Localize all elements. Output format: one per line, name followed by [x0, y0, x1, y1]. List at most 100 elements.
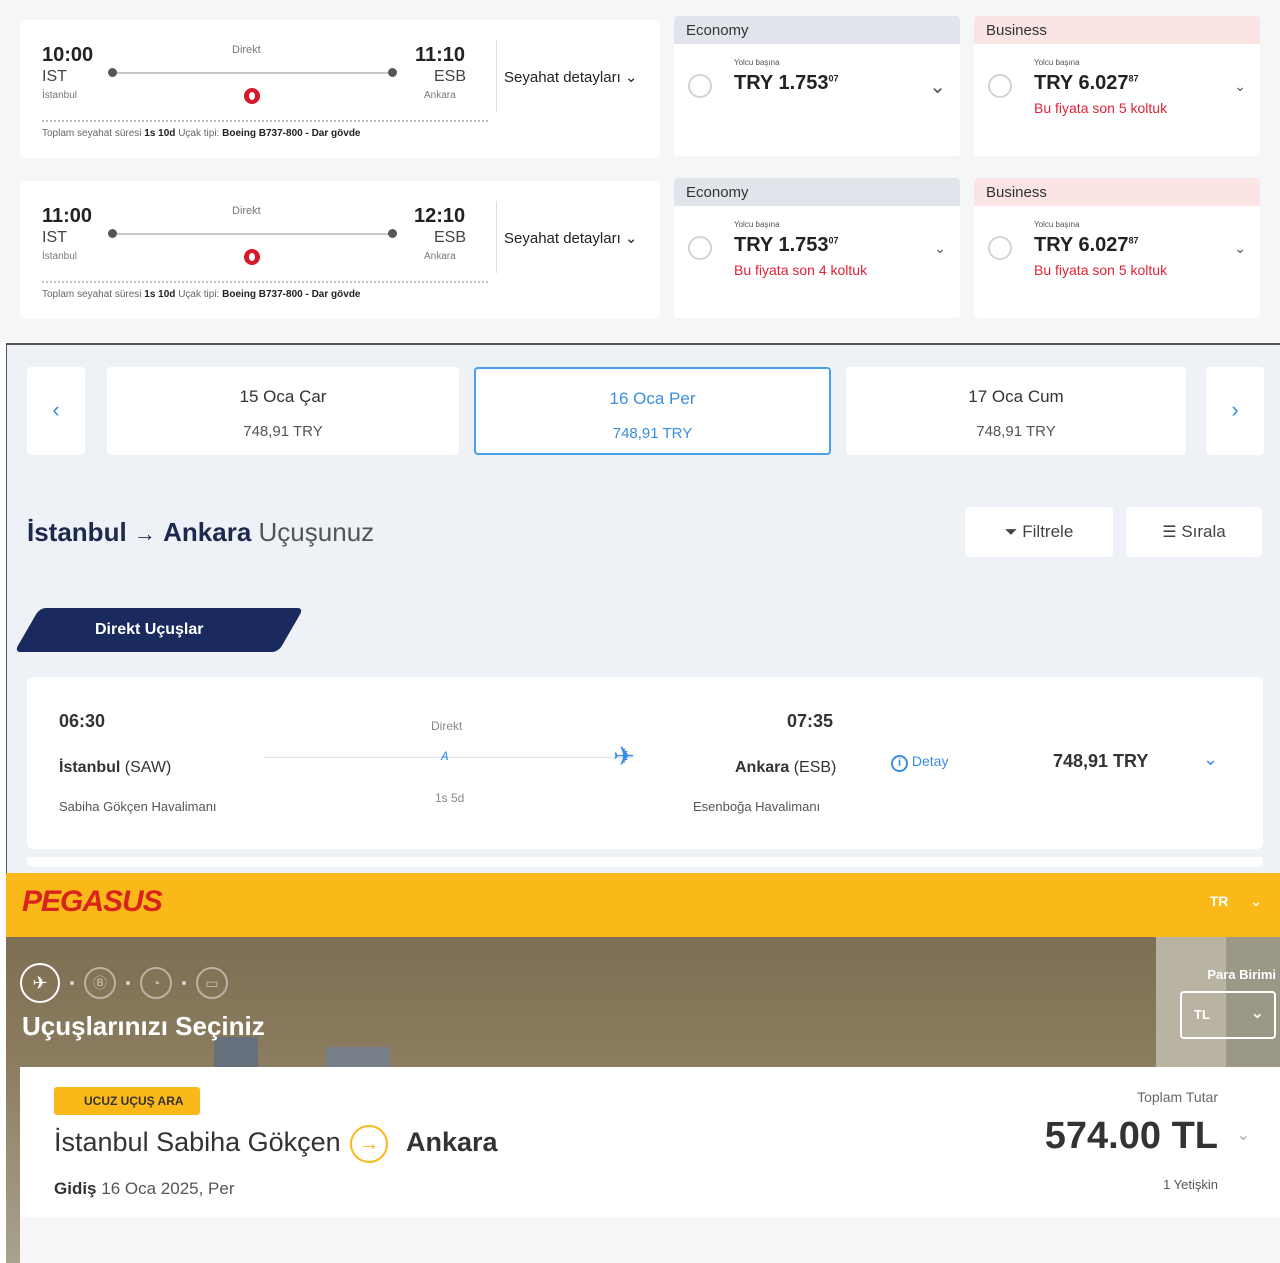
chevron-down-icon: ⌄ — [624, 69, 638, 86]
separator — [496, 201, 497, 273]
next-day-button[interactable]: › — [1206, 367, 1264, 455]
thy-logo-icon — [244, 249, 260, 265]
info-icon: i — [891, 755, 908, 772]
departure-time: 06:30 — [59, 711, 106, 731]
flight-meta: Toplam seyahat süresi 1s 10d Uçak tipi: … — [42, 128, 360, 139]
fare-price: TRY 6.02787 — [1034, 72, 1139, 95]
language-selector[interactable]: TR ⌄ — [1210, 893, 1262, 910]
day-price: 748,91 TRY — [243, 423, 323, 440]
route-start-dot — [108, 229, 117, 238]
route-end-dot — [388, 68, 397, 77]
chevron-down-icon: ⌄ — [1250, 1005, 1264, 1022]
fare-price-main: TRY 1.753 — [734, 234, 829, 256]
route-destination: Ankara — [406, 1127, 498, 1157]
route-origin: İstanbul Sabiha Gökçen — [54, 1127, 341, 1157]
day-option-selected[interactable]: 16 Oca Per 748,91 TRY — [474, 367, 831, 455]
day-date: 16 Oca Per — [609, 389, 696, 408]
prev-day-button[interactable]: ‹ — [27, 367, 85, 455]
filter-button[interactable]: ⏷ Filtrele — [965, 507, 1113, 557]
stops-label: Direkt — [232, 205, 261, 217]
chevron-down-icon[interactable]: ⌄ — [1203, 749, 1218, 770]
pegasus-section: PEGASUS TR ⌄ ✈ Ⓑ ◔ ▭ Uçuşlarınızı Seçini… — [6, 873, 1280, 1263]
chevron-down-icon[interactable]: ⌄ — [929, 74, 946, 99]
route-start-dot — [108, 68, 117, 77]
passenger-count: 1 Yetişkin — [1163, 1177, 1218, 1192]
detail-link[interactable]: i Detay — [891, 753, 948, 772]
departure-city: İstanbul — [42, 90, 78, 101]
pegasus-logo[interactable]: PEGASUS — [22, 885, 163, 919]
arrival-city-name: Ankara — [735, 759, 790, 776]
step-separator — [126, 981, 130, 985]
fare-radio[interactable] — [688, 236, 712, 260]
thy-flight-card[interactable]: 10:00 IST İstanbul Direkt 11:10 ESB Anka… — [20, 20, 660, 158]
fare-radio[interactable] — [688, 74, 712, 98]
seat-warning: Bu fiyata son 5 koltuk — [1034, 100, 1168, 116]
arrival-code: ESB — [434, 229, 467, 246]
fare-radio[interactable] — [988, 236, 1012, 260]
direct-flights-tab[interactable]: Direkt Uçuşlar — [95, 621, 204, 639]
fare-price-cents: 87 — [1128, 235, 1139, 246]
chevron-down-icon[interactable]: ⌄ — [934, 240, 946, 257]
title-suffix: Uçuşunuz — [258, 517, 375, 547]
fare-price: TRY 6.02787 — [1034, 234, 1139, 257]
currency-value: TL — [1194, 1007, 1210, 1022]
chevron-down-icon: ⌄ — [624, 230, 638, 247]
day-option[interactable]: 15 Oca Çar 748,91 TRY — [107, 367, 459, 455]
route-destination: Ankara — [163, 517, 252, 547]
page-title: İstanbul → Ankara Uçuşunuz — [27, 517, 374, 548]
payment-step-icon: ▭ — [196, 967, 228, 999]
travel-details-button[interactable]: Seyahat detayları ⌄ — [504, 68, 638, 86]
duration-value: 1s 10d — [144, 128, 176, 139]
divider — [42, 120, 488, 122]
departure-code: (SAW) — [124, 759, 172, 776]
aircraft-value: Boeing B737-800 - Dar gövde — [222, 128, 361, 139]
ajet-results-section: ‹ 15 Oca Çar 748,91 TRY 16 Oca Per 748,9… — [6, 343, 1280, 873]
stops-label: Direkt — [232, 44, 261, 56]
chevron-down-icon[interactable]: ⌄ — [1237, 1125, 1250, 1145]
chevron-down-icon[interactable]: ⌄ — [1234, 240, 1246, 257]
departure-date: Gidiş 16 Oca 2025, Per — [54, 1179, 235, 1199]
departure-time: 11:00 — [42, 205, 93, 227]
business-fare-card[interactable]: Business Yolcu başına TRY 6.02787 Bu fiy… — [974, 16, 1260, 156]
per-passenger-label: Yolcu başına — [734, 220, 780, 229]
day-date: 15 Oca Çar — [239, 387, 327, 406]
total-label: Toplam Tutar — [1137, 1089, 1218, 1105]
day-date: 17 Oca Cum — [968, 387, 1064, 406]
business-fare-card[interactable]: Business Yolcu başına TRY 6.02787 Bu fiy… — [974, 178, 1260, 318]
chevron-down-icon[interactable]: ⌄ — [1234, 78, 1246, 95]
fare-radio[interactable] — [988, 74, 1012, 98]
thy-logo-icon — [244, 88, 260, 104]
per-passenger-label: Yolcu başına — [1034, 58, 1080, 67]
departure-airport: Sabiha Gökçen Havalimanı — [59, 799, 217, 814]
filter-icon: ⏷ — [1004, 524, 1018, 541]
plane-icon: ✈ — [613, 741, 635, 771]
cheap-flight-badge[interactable]: UCUZ UÇUŞ ARA — [54, 1087, 200, 1115]
arrival-time: 12:10 — [414, 205, 466, 227]
fare-price-cents: 07 — [828, 235, 839, 246]
flight-summary-card: UCUZ UÇUŞ ARA İstanbul Sabiha Gökçen → A… — [20, 1067, 1280, 1217]
detail-label: Detay — [911, 753, 949, 769]
departure-city: İstanbul — [42, 251, 78, 262]
route-line — [112, 233, 394, 235]
travel-details-button[interactable]: Seyahat detayları ⌄ — [504, 229, 638, 247]
route-arrow-icon: → — [133, 521, 156, 546]
pegasus-header: PEGASUS TR ⌄ — [6, 873, 1280, 937]
departure-date-value: 16 Oca 2025, Per — [101, 1179, 235, 1198]
flight-card[interactable]: 06:30 İstanbul (SAW) Sabiha Gökçen Haval… — [27, 677, 1263, 867]
economy-fare-card[interactable]: Economy Yolcu başına TRY 1.75307 ⌄ — [674, 16, 960, 156]
fare-class-header: Business — [974, 178, 1260, 206]
day-option[interactable]: 17 Oca Cum 748,91 TRY — [846, 367, 1186, 455]
results-area — [20, 1217, 1280, 1263]
route-origin: İstanbul — [27, 517, 127, 547]
sort-button[interactable]: ☰ Sırala — [1126, 507, 1262, 557]
travel-details-label: Seyahat detayları — [504, 69, 621, 86]
hero-banner: ✈ Ⓑ ◔ ▭ Uçuşlarınızı Seçiniz Para Birimi… — [6, 937, 1280, 1263]
chevron-down-icon: ⌄ — [1250, 893, 1262, 909]
economy-fare-card[interactable]: Economy Yolcu başına TRY 1.75307 Bu fiya… — [674, 178, 960, 318]
seat-step-icon: ◔ — [140, 967, 172, 999]
fare-price-main: TRY 6.027 — [1034, 234, 1129, 256]
duration-label: Toplam seyahat süresi — [42, 128, 142, 139]
currency-select[interactable]: TL ⌄ — [1180, 991, 1276, 1039]
ajet-logo-icon: ᴀ — [441, 747, 449, 764]
thy-flight-card[interactable]: 11:00 IST İstanbul Direkt 12:10 ESB Anka… — [20, 181, 660, 319]
